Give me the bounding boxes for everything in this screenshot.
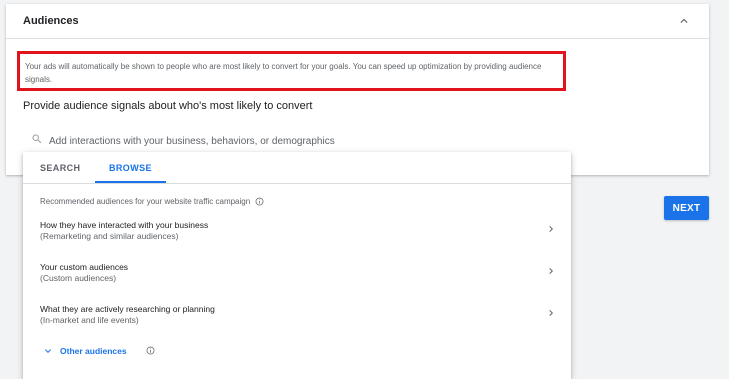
audience-category-row[interactable]: How they have interacted with your busin… bbox=[23, 220, 571, 256]
chevron-right-icon[interactable] bbox=[545, 307, 557, 319]
next-button[interactable]: NEXT bbox=[664, 196, 709, 220]
dropdown-tabs: SEARCH BROWSE bbox=[23, 152, 571, 184]
chevron-right-icon[interactable] bbox=[545, 223, 557, 235]
recommended-audiences-text: Recommended audiences for your website t… bbox=[40, 197, 251, 206]
audience-category-subtitle: (In-market and life events) bbox=[40, 315, 139, 325]
card-title: Audiences bbox=[23, 15, 79, 27]
other-audiences-label[interactable]: Other audiences bbox=[60, 346, 127, 356]
chevron-up-icon[interactable] bbox=[677, 14, 691, 28]
chevron-right-icon[interactable] bbox=[545, 265, 557, 277]
card-header[interactable]: Audiences bbox=[6, 4, 709, 39]
info-icon[interactable] bbox=[146, 346, 155, 355]
active-tab-indicator bbox=[95, 181, 166, 183]
audience-signals-heading: Provide audience signals about who's mos… bbox=[23, 100, 313, 112]
audience-category-subtitle: (Remarketing and similar audiences) bbox=[40, 231, 179, 241]
audiences-card: Audiences Your ads will automatically be… bbox=[6, 4, 709, 175]
audience-category-title: What they are actively researching or pl… bbox=[40, 304, 215, 314]
audience-category-title: Your custom audiences bbox=[40, 262, 129, 272]
tab-search[interactable]: SEARCH bbox=[40, 163, 80, 173]
audience-browse-dropdown: SEARCH BROWSE Recommended audiences for … bbox=[23, 152, 571, 379]
tab-browse[interactable]: BROWSE bbox=[109, 163, 152, 173]
audience-category-row[interactable]: Your custom audiences (Custom audiences) bbox=[23, 262, 571, 298]
recommended-audiences-label: Recommended audiences for your website t… bbox=[40, 197, 264, 206]
audience-category-subtitle: (Custom audiences) bbox=[40, 273, 117, 283]
info-icon[interactable] bbox=[255, 197, 264, 206]
audience-search-input[interactable] bbox=[47, 130, 551, 152]
audience-category-title: How they have interacted with your busin… bbox=[40, 220, 209, 230]
chevron-down-icon[interactable] bbox=[42, 345, 54, 357]
search-icon bbox=[32, 134, 42, 144]
audience-info-text: Your ads will automatically be shown to … bbox=[25, 62, 542, 84]
audience-category-row[interactable]: What they are actively researching or pl… bbox=[23, 304, 571, 340]
highlighted-info-box: Your ads will automatically be shown to … bbox=[17, 51, 566, 91]
